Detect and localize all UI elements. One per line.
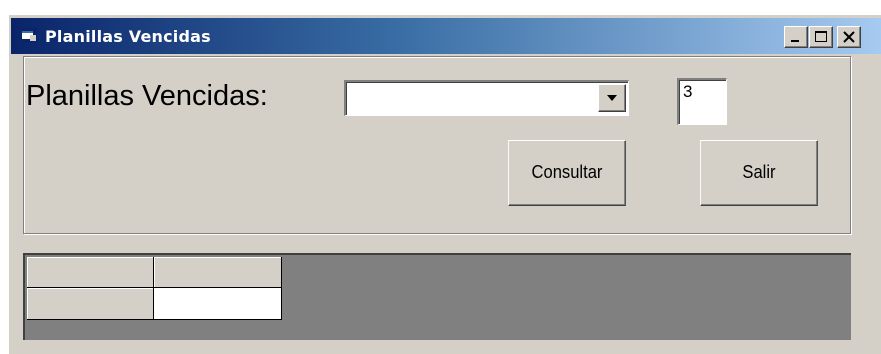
chevron-down-icon bbox=[607, 95, 617, 101]
maximize-icon bbox=[815, 31, 827, 42]
count-field[interactable]: 3 bbox=[677, 78, 727, 125]
consultar-button[interactable]: Consultar bbox=[508, 140, 626, 206]
results-grid[interactable] bbox=[23, 253, 851, 340]
minimize-button[interactable] bbox=[784, 26, 808, 48]
combo-dropdown-button[interactable] bbox=[598, 84, 626, 112]
grid-corner-cell bbox=[27, 257, 154, 288]
close-icon bbox=[843, 31, 855, 43]
app-icon bbox=[21, 28, 37, 42]
grid-header-cell[interactable] bbox=[154, 257, 282, 288]
maximize-button[interactable] bbox=[809, 26, 833, 48]
planillas-label: Planillas Vencidas: bbox=[26, 80, 268, 112]
planillas-combo[interactable] bbox=[344, 80, 629, 116]
title-bar[interactable]: Planillas Vencidas bbox=[11, 18, 881, 54]
window-title: Planillas Vencidas bbox=[45, 27, 211, 46]
close-button[interactable] bbox=[837, 26, 861, 48]
minimize-icon bbox=[791, 40, 799, 42]
salir-button[interactable]: Salir bbox=[700, 140, 818, 206]
grid-row-header-cell[interactable] bbox=[27, 288, 154, 320]
grid-data-cell[interactable] bbox=[154, 288, 282, 320]
